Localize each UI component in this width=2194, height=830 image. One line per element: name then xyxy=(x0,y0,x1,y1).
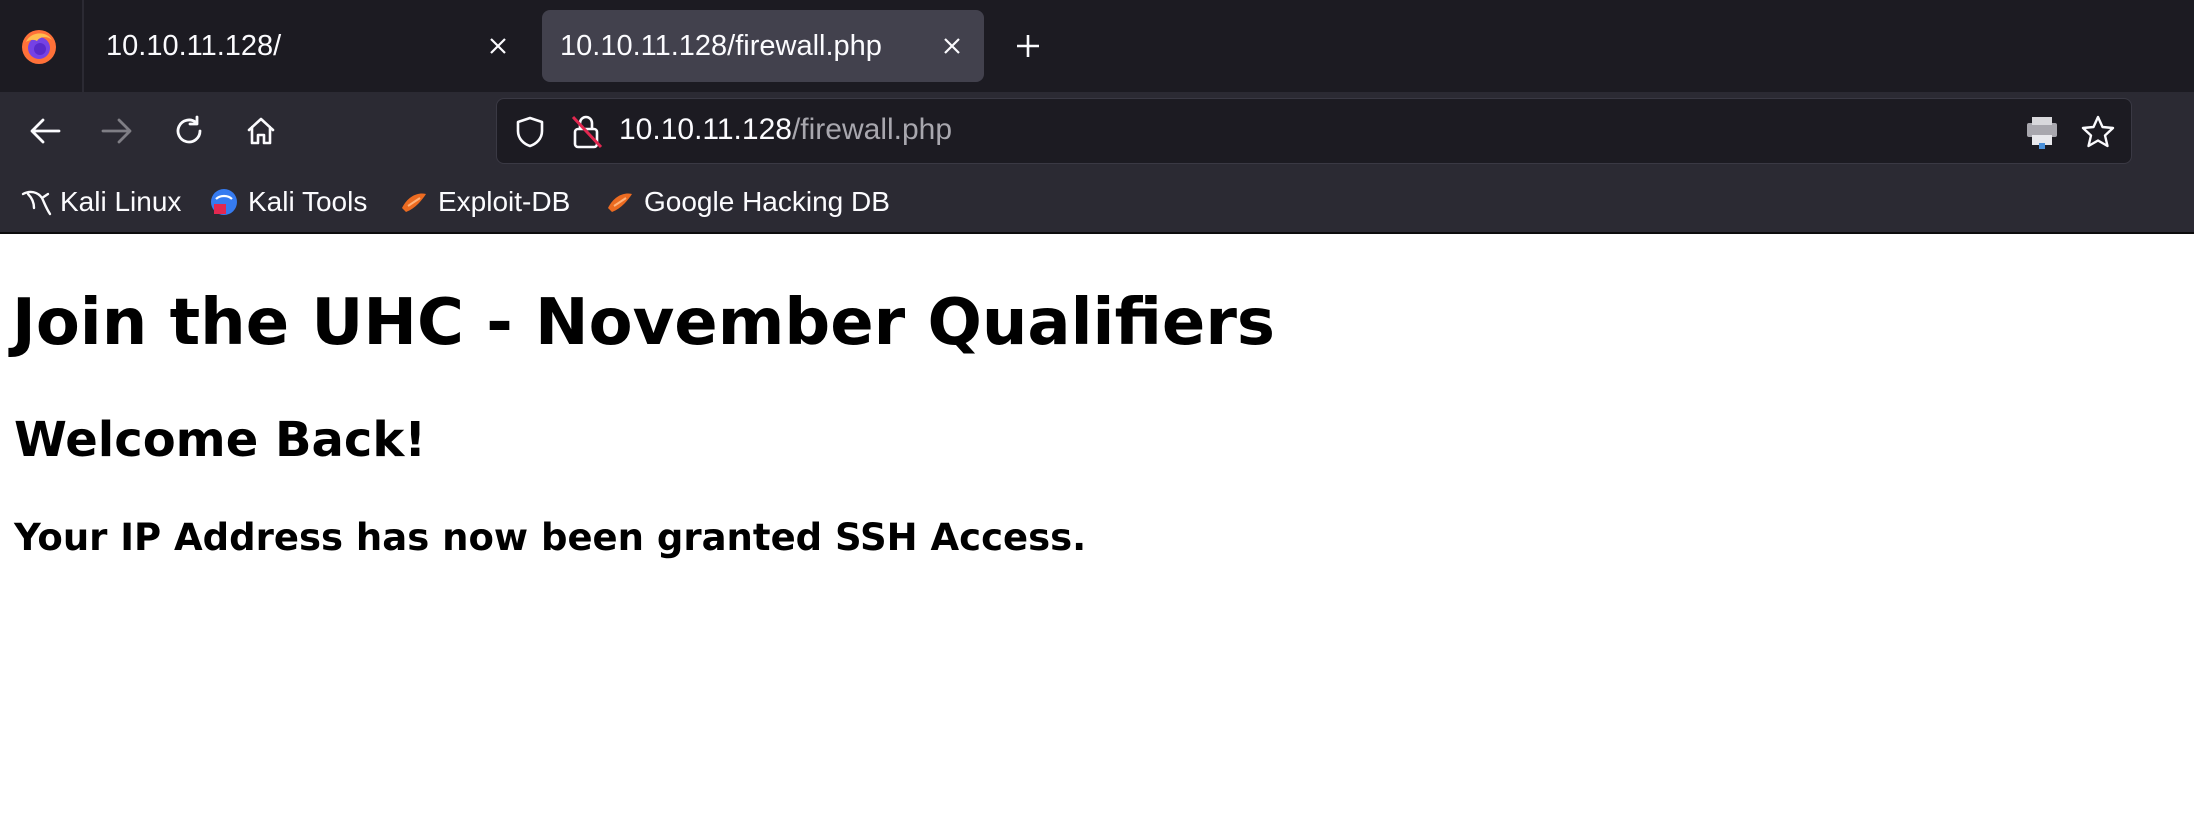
tab-separator xyxy=(82,0,84,92)
tab-firewall[interactable]: 10.10.11.128/firewall.php xyxy=(542,10,984,82)
welcome-heading: Welcome Back! xyxy=(14,412,427,468)
home-button[interactable] xyxy=(238,108,284,154)
firefox-menu-button[interactable] xyxy=(14,24,64,70)
navigation-toolbar: 10.10.11.128/firewall.php xyxy=(0,92,2194,170)
reader-view-icon[interactable] xyxy=(2023,113,2061,151)
shield-icon[interactable] xyxy=(513,115,547,149)
forward-button[interactable] xyxy=(94,108,140,154)
url-bar[interactable]: 10.10.11.128/firewall.php xyxy=(496,98,2132,164)
tab-strip: 10.10.11.128/ 10.10.11.128/firewall.php xyxy=(0,0,2194,92)
kali-tools-icon xyxy=(208,186,240,218)
tab-title: 10.10.11.128/ xyxy=(106,30,282,62)
bookmark-label: Kali Linux xyxy=(60,186,182,217)
arrow-left-icon xyxy=(30,118,61,144)
reload-button[interactable] xyxy=(166,108,212,154)
tab-home[interactable]: 10.10.11.128/ xyxy=(90,10,530,82)
bookmark-exploit-db[interactable]: Exploit-DB xyxy=(398,182,570,222)
kali-dragon-icon xyxy=(20,186,52,218)
new-tab-button[interactable] xyxy=(1006,24,1050,68)
url-text[interactable]: 10.10.11.128/firewall.php xyxy=(619,113,952,147)
bookmark-google-hacking-db[interactable]: Google Hacking DB xyxy=(604,182,890,222)
bookmark-kali-linux[interactable]: Kali Linux xyxy=(20,182,181,222)
bookmark-star-icon[interactable] xyxy=(2079,113,2117,151)
url-host: 10.10.11.128 xyxy=(619,113,792,146)
insecure-lock-icon[interactable] xyxy=(569,113,605,151)
bookmarks-toolbar: Kali Linux Kali Tools Exploit-DB Google … xyxy=(0,170,2194,234)
tab-title: 10.10.11.128/firewall.php xyxy=(560,30,882,62)
close-tab-icon[interactable] xyxy=(482,30,514,62)
reload-icon xyxy=(176,115,202,144)
home-icon xyxy=(247,117,275,145)
access-message: Your IP Address has now been granted SSH… xyxy=(14,516,1087,559)
page-title: Join the UHC - November Qualifiers xyxy=(12,286,1275,360)
back-button[interactable] xyxy=(22,108,68,154)
close-tab-icon[interactable] xyxy=(936,30,968,62)
plus-icon xyxy=(1017,35,1039,57)
exploit-db-icon xyxy=(398,186,430,218)
page-content: Join the UHC - November Qualifiers Welco… xyxy=(0,236,2194,830)
bookmark-label: Kali Tools xyxy=(248,186,368,217)
bookmark-label: Exploit-DB xyxy=(438,186,571,217)
ghdb-icon xyxy=(604,186,636,218)
bookmark-label: Google Hacking DB xyxy=(644,186,890,217)
url-path: /firewall.php xyxy=(791,113,953,146)
bookmark-kali-tools[interactable]: Kali Tools xyxy=(208,182,367,222)
arrow-right-icon xyxy=(101,118,132,144)
firefox-logo-icon xyxy=(22,30,56,64)
